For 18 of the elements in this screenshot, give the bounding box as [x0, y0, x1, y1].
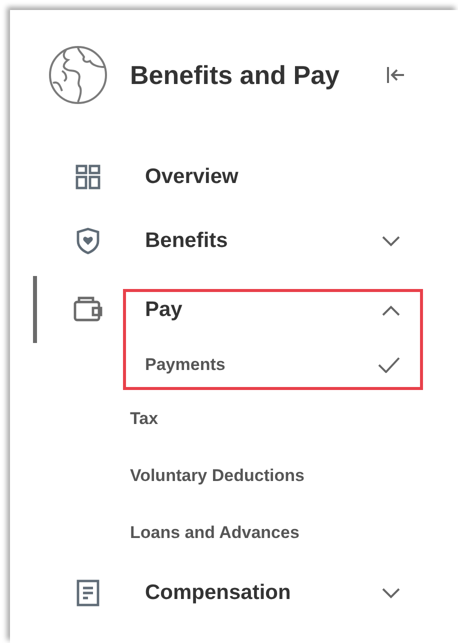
dashboard-icon [75, 164, 101, 190]
panel-title: Benefits and Pay [130, 60, 340, 90]
nav-item[interactable]: Pay [145, 298, 182, 322]
wallet-icon [73, 296, 103, 322]
sub-nav-item[interactable]: Voluntary Deductions [130, 466, 304, 486]
document-icon [76, 579, 100, 607]
chevron-down-icon[interactable] [382, 588, 400, 598]
nav-item[interactable]: Benefits [145, 229, 228, 253]
globe-icon [48, 45, 108, 105]
sub-nav-item[interactable]: Tax [130, 408, 158, 428]
chevron-up-icon[interactable] [382, 304, 400, 316]
sub-nav-item[interactable]: Loans and Advances [130, 522, 300, 542]
sub-nav-item[interactable]: Payments [145, 354, 226, 374]
nav-item[interactable]: Overview [145, 165, 238, 189]
chevron-down-icon[interactable] [382, 236, 400, 246]
nav-item[interactable]: Compensation [145, 581, 291, 605]
shield-heart-icon [76, 227, 100, 255]
collapse-icon[interactable] [386, 66, 406, 84]
